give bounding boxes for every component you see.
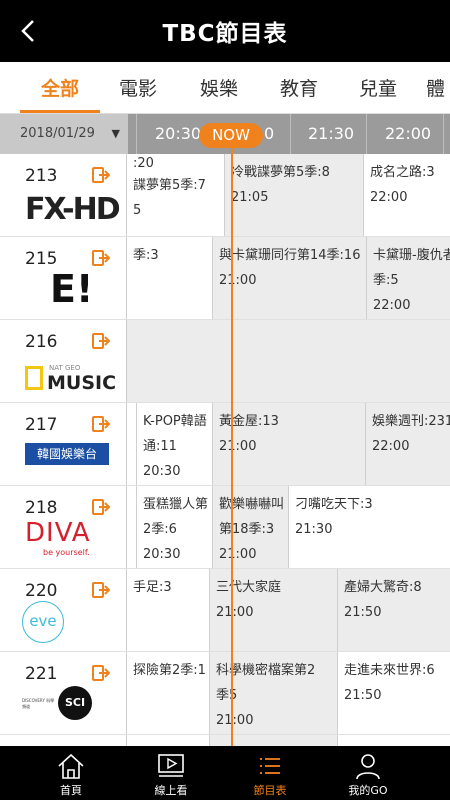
enter-icon[interactable] — [92, 166, 110, 184]
program-cell[interactable]: 冷戰諜夢第5季:8 21:05 — [225, 154, 364, 236]
nav-label: 線上看 — [154, 784, 188, 797]
program-cell[interactable]: 探險第2季:1 — [127, 652, 210, 734]
time-divider — [136, 114, 137, 154]
program-cell[interactable] — [210, 735, 338, 746]
channel-row: 213 FX-HD :20 諜夢第5季:7 5 冷戰諜夢第5季:8 21:05 … — [0, 154, 450, 237]
channel-row: 216 NAT GEO MUSIC — [0, 320, 450, 403]
program-cell[interactable]: 刁嘴吃天下:3 21:30 — [289, 486, 450, 568]
enter-icon[interactable] — [92, 332, 110, 350]
date-value: 2018/01/29 — [20, 126, 95, 141]
channel-cell[interactable]: 218 DIVA be yourself. — [0, 486, 127, 568]
program-cell[interactable]: 季:3 — [127, 237, 213, 319]
time-label: 21:30 — [308, 124, 355, 143]
channel-number: 221 — [25, 664, 58, 684]
channel-row: 215 E! 季:3 與卡黛珊同行第14季:16 21:00 卡黛珊-腹仇者 季… — [0, 237, 450, 320]
nav-label: 首頁 — [60, 784, 82, 797]
nav-my-go[interactable]: 我的GO — [312, 746, 424, 800]
date-selector[interactable]: 2018/01/29 ▼ — [0, 114, 128, 154]
tab-kids[interactable]: 兒童 — [346, 74, 410, 101]
program-cell[interactable]: 手足:3 — [127, 569, 210, 651]
channel-number: 217 — [25, 415, 58, 435]
program-cell[interactable] — [338, 735, 450, 746]
top-bar: TBC節目表 — [0, 0, 450, 62]
enter-icon[interactable] — [92, 249, 110, 267]
channel-cell[interactable]: 216 NAT GEO MUSIC — [0, 320, 127, 402]
program-cell[interactable]: 科學機密檔案第2 季5 21:00 — [210, 652, 338, 734]
channel-cell[interactable]: 220 eve — [0, 569, 127, 651]
list-icon — [260, 758, 280, 774]
program-cell[interactable] — [127, 320, 450, 402]
nav-label: 我的GO — [348, 784, 388, 797]
program-cell[interactable] — [127, 486, 137, 568]
channel-number: 215 — [25, 249, 58, 269]
channel-logo: E! — [50, 267, 94, 311]
channel-cell[interactable]: 215 E! — [0, 237, 127, 319]
nav-schedule[interactable]: 節目表 — [214, 746, 326, 800]
channel-row: 217 韓國娛樂台 K-POP韓語 通:11 20:30 黃金屋:13 21:0… — [0, 403, 450, 486]
now-indicator-line — [231, 148, 233, 748]
program-cell[interactable]: 成名之路:3 22:00 — [364, 154, 450, 236]
program-cell[interactable]: 與卡黛珊同行第14季:16 21:00 — [213, 237, 367, 319]
enter-icon[interactable] — [92, 664, 110, 682]
schedule-grid[interactable]: 213 FX-HD :20 諜夢第5季:7 5 冷戰諜夢第5季:8 21:05 … — [0, 154, 450, 746]
page-title: TBC節目表 — [162, 21, 288, 47]
channel-logo: 韓國娛樂台 — [25, 443, 109, 465]
person-icon — [356, 754, 380, 780]
program-cell[interactable]: 蛋糕獵人第 2季:6 20:30 — [137, 486, 213, 568]
program-cell[interactable]: 黃金屋:13 21:00 — [213, 403, 366, 485]
channel-row: 221 DISCOVERY 科學頻道 SCI 探險第2季:1 科學機密檔案第2 … — [0, 652, 450, 735]
channel-row: 220 eve 手足:3 三代大家庭 21:00 產婦大驚奇:8 21:50 — [0, 569, 450, 652]
channel-cell[interactable] — [0, 735, 127, 746]
channel-number: 213 — [25, 166, 58, 186]
program-cell[interactable]: K-POP韓語 通:11 20:30 — [137, 403, 213, 485]
tab-movies[interactable]: 電影 — [106, 74, 170, 101]
channel-number: 218 — [25, 498, 58, 518]
tab-education[interactable]: 教育 — [267, 74, 331, 101]
caret-down-icon: ▼ — [111, 127, 120, 140]
channel-logo: FX-HD — [25, 192, 121, 227]
channel-logo: eve — [22, 601, 64, 643]
nav-watch-online[interactable]: 線上看 — [115, 746, 227, 800]
enter-icon[interactable] — [92, 498, 110, 516]
tab-sports[interactable]: 體 — [426, 74, 450, 101]
channel-cell[interactable]: 221 DISCOVERY 科學頻道 SCI — [0, 652, 127, 734]
program-cell[interactable]: :20 諜夢第5季:7 5 — [127, 154, 225, 236]
program-cell[interactable]: 卡黛珊-腹仇者 季:5 22:00 — [367, 237, 450, 319]
time-divider — [366, 114, 367, 154]
channel-number: 216 — [25, 332, 58, 352]
program-cell[interactable]: 走進未來世界:6 21:50 — [338, 652, 450, 734]
time-divider — [290, 114, 291, 154]
enter-icon[interactable] — [92, 415, 110, 433]
active-tab-indicator — [20, 110, 100, 113]
enter-icon[interactable] — [92, 581, 110, 599]
program-cell[interactable] — [127, 735, 210, 746]
nav-label: 節目表 — [253, 784, 287, 797]
tab-all[interactable]: 全部 — [28, 74, 92, 101]
channel-cell[interactable]: 213 FX-HD — [0, 154, 127, 236]
channel-number: 220 — [25, 581, 58, 601]
program-cell[interactable]: 產婦大驚奇:8 21:50 — [338, 569, 450, 651]
play-screen-icon — [158, 754, 184, 777]
category-tabs: 全部 電影 娛樂 教育 兒童 體 — [0, 62, 450, 114]
time-label: 22:00 — [385, 124, 432, 143]
time-label: 20:30 — [155, 124, 202, 143]
program-cell[interactable] — [127, 403, 137, 485]
now-button[interactable]: NOW — [199, 123, 263, 148]
time-divider — [443, 114, 444, 154]
program-cell[interactable]: 三代大家庭 21:00 — [210, 569, 338, 651]
bottom-nav: 首頁 線上看 節目表 我的GO — [0, 746, 450, 800]
program-cell[interactable]: 歡樂嚇嚇叫 第18季:3 21:00 — [213, 486, 289, 568]
tab-entertainment[interactable]: 娛樂 — [187, 74, 251, 101]
channel-row — [0, 735, 450, 746]
time-label: 0 — [264, 124, 275, 143]
channel-logo: DIVA be yourself. — [25, 518, 91, 557]
channel-cell[interactable]: 217 韓國娛樂台 — [0, 403, 127, 485]
channel-row: 218 DIVA be yourself. 蛋糕獵人第 2季:6 20:30 歡… — [0, 486, 450, 569]
program-cell[interactable]: 娛樂週刊:231 22:00 — [366, 403, 450, 485]
home-icon — [58, 753, 84, 779]
nav-home[interactable]: 首頁 — [15, 746, 127, 800]
